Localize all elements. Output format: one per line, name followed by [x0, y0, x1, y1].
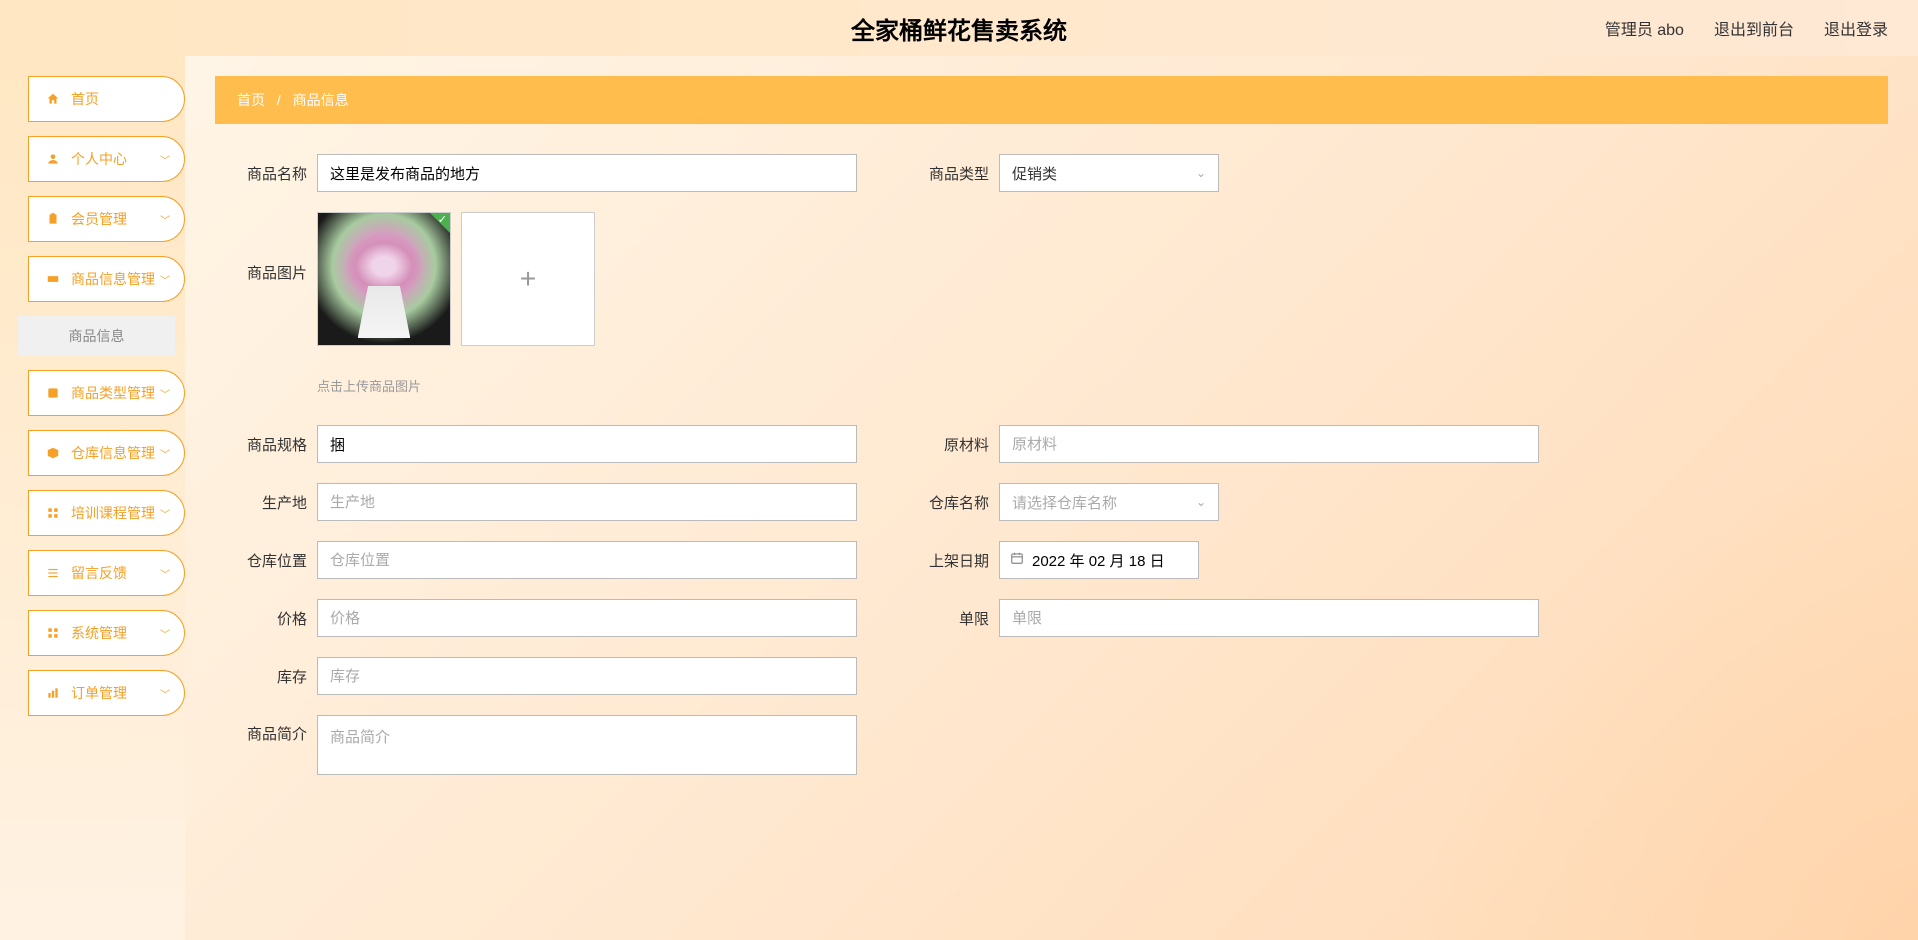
breadcrumb: 首页 / 商品信息 — [215, 76, 1888, 124]
nav-member-mgmt[interactable]: 会员管理 ﹀ — [28, 196, 185, 242]
chevron-down-icon: ﹀ — [160, 506, 170, 521]
origin-input[interactable] — [317, 483, 857, 521]
breadcrumb-current: 商品信息 — [293, 92, 349, 108]
price-input[interactable] — [317, 599, 857, 637]
single-limit-label: 单限 — [917, 608, 989, 629]
spec-input[interactable] — [317, 425, 857, 463]
list-date-value: 2022 年 02 月 18 日 — [1032, 550, 1165, 571]
grid-icon — [45, 506, 61, 520]
chevron-down-icon: ﹀ — [160, 626, 170, 641]
chevron-down-icon: ﹀ — [160, 386, 170, 401]
main-content: 首页 / 商品信息 商品名称 商品类型 促销类 ⌄ 商品图片 — [185, 56, 1918, 940]
nav-warehouse-mgmt[interactable]: 仓库信息管理 ﹀ — [28, 430, 185, 476]
single-limit-input[interactable] — [999, 599, 1539, 637]
chevron-down-icon: ⌄ — [1196, 166, 1206, 180]
nav-feedback[interactable]: 留言反馈 ﹀ — [28, 550, 185, 596]
breadcrumb-sep: / — [277, 92, 281, 108]
material-input[interactable] — [999, 425, 1539, 463]
product-form: 商品名称 商品类型 促销类 ⌄ 商品图片 ✓ — [215, 154, 1888, 775]
spec-label: 商品规格 — [235, 434, 307, 455]
nav-personal[interactable]: 个人中心 ﹀ — [28, 136, 185, 182]
nav-product-info-mgmt[interactable]: 商品信息管理 ﹀ — [28, 256, 185, 302]
chevron-down-icon: ﹀ — [160, 152, 170, 167]
calendar-icon — [1010, 551, 1024, 569]
check-square-icon — [45, 386, 61, 400]
chevron-down-icon: ﹀ — [160, 272, 170, 287]
nav-home-label: 首页 — [71, 89, 99, 109]
plus-icon: + — [520, 263, 536, 295]
upload-hint: 点击上传商品图片 — [317, 376, 1888, 395]
nav-training-mgmt[interactable]: 培训课程管理 ﹀ — [28, 490, 185, 536]
nav-sub-product-info[interactable]: 商品信息 — [18, 316, 175, 356]
product-name-input[interactable] — [317, 154, 857, 192]
warehouse-name-select[interactable]: 请选择仓库名称 ⌄ — [999, 483, 1219, 521]
warehouse-name-label: 仓库名称 — [917, 492, 989, 513]
warehouse-loc-label: 仓库位置 — [235, 550, 307, 571]
nav-feedback-label: 留言反馈 — [71, 563, 127, 583]
header-actions: 管理员 abo 退出到前台 退出登录 — [1605, 16, 1888, 40]
image-upload-button[interactable]: + — [461, 212, 595, 346]
summary-textarea[interactable] — [317, 715, 857, 775]
price-label: 价格 — [235, 608, 307, 629]
breadcrumb-home[interactable]: 首页 — [237, 92, 265, 108]
list-icon — [45, 566, 61, 580]
exit-to-front-link[interactable]: 退出到前台 — [1714, 16, 1794, 40]
nav-product-info-mgmt-label: 商品信息管理 — [71, 269, 155, 289]
nav-home[interactable]: 首页 — [28, 76, 185, 122]
app-title: 全家桶鲜花售卖系统 — [851, 11, 1067, 46]
nav-sub-product-info-label: 商品信息 — [69, 326, 125, 346]
logout-link[interactable]: 退出登录 — [1824, 16, 1888, 40]
grid-icon — [45, 626, 61, 640]
home-icon — [45, 92, 61, 106]
nav-product-type-mgmt[interactable]: 商品类型管理 ﹀ — [28, 370, 185, 416]
chevron-down-icon: ﹀ — [160, 566, 170, 581]
product-image-thumb[interactable]: ✓ — [317, 212, 451, 346]
ticket-icon — [45, 272, 61, 286]
origin-label: 生产地 — [235, 492, 307, 513]
chevron-down-icon: ﹀ — [160, 446, 170, 461]
nav-order-mgmt-label: 订单管理 — [71, 683, 127, 703]
product-name-label: 商品名称 — [235, 163, 307, 184]
product-image-label: 商品图片 — [235, 212, 307, 283]
clipboard-icon — [45, 212, 61, 226]
check-icon: ✓ — [438, 213, 447, 226]
chevron-down-icon: ﹀ — [160, 212, 170, 227]
nav-system-mgmt-label: 系统管理 — [71, 623, 127, 643]
nav-system-mgmt[interactable]: 系统管理 ﹀ — [28, 610, 185, 656]
product-type-label: 商品类型 — [917, 163, 989, 184]
list-date-picker[interactable]: 2022 年 02 月 18 日 — [999, 541, 1199, 579]
nav-member-label: 会员管理 — [71, 209, 127, 229]
summary-label: 商品简介 — [235, 715, 307, 744]
product-type-select[interactable]: 促销类 ⌄ — [999, 154, 1219, 192]
admin-label[interactable]: 管理员 abo — [1605, 16, 1684, 40]
warehouse-loc-input[interactable] — [317, 541, 857, 579]
nav-order-mgmt[interactable]: 订单管理 ﹀ — [28, 670, 185, 716]
chevron-down-icon: ﹀ — [160, 686, 170, 701]
sidebar: 首页 个人中心 ﹀ 会员管理 ﹀ 商品信息管理 ﹀ 商品信息 — [0, 56, 185, 940]
material-label: 原材料 — [917, 434, 989, 455]
nav-product-type-mgmt-label: 商品类型管理 — [71, 383, 155, 403]
app-header: 全家桶鲜花售卖系统 管理员 abo 退出到前台 退出登录 — [0, 0, 1918, 56]
nav-training-mgmt-label: 培训课程管理 — [71, 503, 155, 523]
box-icon — [45, 446, 61, 460]
user-icon — [45, 152, 61, 166]
product-type-value: 促销类 — [1012, 163, 1057, 184]
nav-personal-label: 个人中心 — [71, 149, 127, 169]
chevron-down-icon: ⌄ — [1196, 495, 1206, 509]
nav-warehouse-mgmt-label: 仓库信息管理 — [71, 443, 155, 463]
warehouse-name-placeholder: 请选择仓库名称 — [1012, 492, 1117, 513]
list-date-label: 上架日期 — [917, 550, 989, 571]
chart-icon — [45, 686, 61, 700]
stock-input[interactable] — [317, 657, 857, 695]
stock-label: 库存 — [235, 666, 307, 687]
